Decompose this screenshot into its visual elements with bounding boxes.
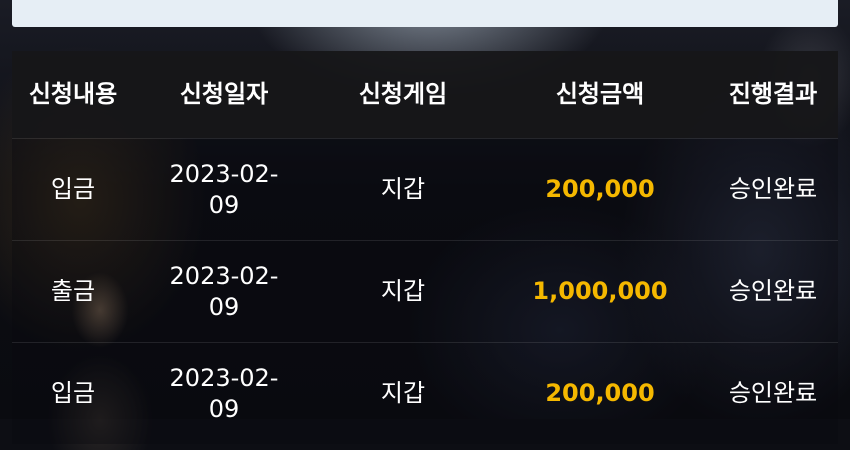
table-header: 신청내용 신청일자 신청게임 신청금액 진행결과	[12, 51, 838, 138]
game-cell: 지갑	[380, 175, 426, 203]
request-type-cell: 입금	[50, 379, 96, 407]
date-cell: 2023-02-09	[169, 363, 279, 423]
table-row[interactable]: 입금 2023-02-09 지갑 200,000 승인완료	[12, 138, 838, 240]
amount-cell: 1,000,000	[532, 277, 668, 305]
request-type-cell: 입금	[50, 175, 96, 203]
request-type-cell: 출금	[50, 277, 96, 305]
date-cell: 2023-02-09	[169, 261, 279, 321]
result-cell: 승인완료	[728, 379, 818, 407]
header-request-amount: 신청금액	[555, 80, 645, 108]
header-result: 진행결과	[728, 80, 818, 108]
header-request-game: 신청게임	[358, 80, 448, 108]
amount-cell: 200,000	[545, 379, 655, 407]
game-cell: 지갑	[380, 379, 426, 407]
result-cell: 승인완료	[728, 175, 818, 203]
header-request-date: 신청일자	[179, 80, 269, 108]
amount-cell: 200,000	[545, 175, 655, 203]
game-cell: 지갑	[380, 277, 426, 305]
top-panel	[12, 0, 838, 27]
table-row[interactable]: 입금 2023-02-09 지갑 200,000 승인완료	[12, 342, 838, 444]
date-cell: 2023-02-09	[169, 159, 279, 219]
header-request-type: 신청내용	[28, 80, 118, 108]
table-row[interactable]: 출금 2023-02-09 지갑 1,000,000 승인완료	[12, 240, 838, 342]
transaction-history-table: 신청내용 신청일자 신청게임 신청금액 진행결과 입금 2023-02-09 지…	[12, 51, 838, 444]
result-cell: 승인완료	[728, 277, 818, 305]
